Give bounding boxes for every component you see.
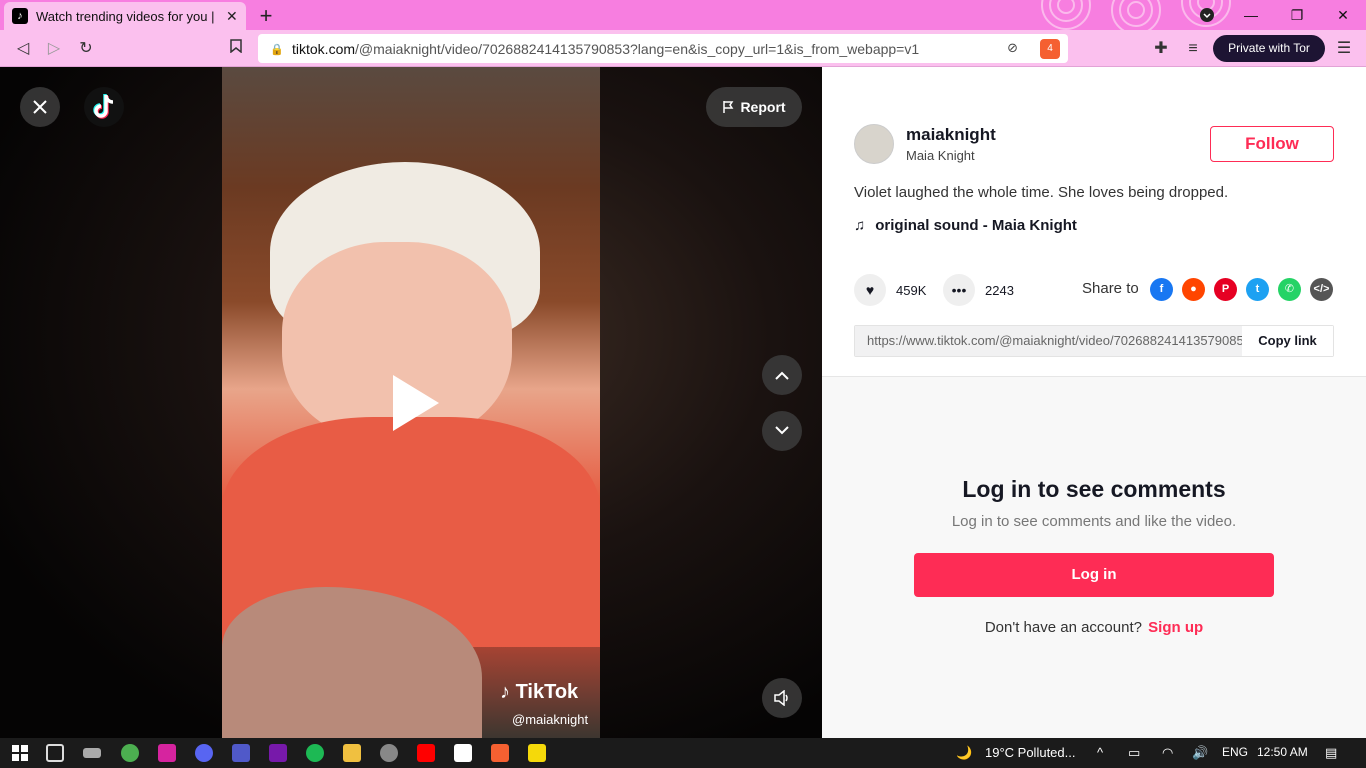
windows-taskbar: 🌙 19°C Polluted... ^ ▭ ◠ 🔊 ENG 12:50 AM … xyxy=(0,738,1366,768)
volume-button[interactable] xyxy=(762,678,802,718)
next-video-button[interactable] xyxy=(762,411,802,451)
teams-icon[interactable] xyxy=(232,744,250,762)
whatsapp-icon[interactable]: ✆ xyxy=(1278,278,1301,301)
camera-blocked-icon[interactable]: ⊘ xyxy=(1007,40,1018,56)
brave-icon[interactable] xyxy=(491,744,509,762)
chrome-icon[interactable] xyxy=(121,744,139,762)
youtube-icon[interactable] xyxy=(417,744,435,762)
music-note-icon: ♫ xyxy=(854,217,866,234)
comment-count: 2243 xyxy=(985,282,1014,298)
browser-titlebar: ♪ Watch trending videos for you | T ✕ + … xyxy=(0,0,1366,30)
close-tab-icon[interactable]: ✕ xyxy=(226,8,238,25)
volume-icon[interactable]: 🔊 xyxy=(1192,745,1208,761)
notifications-icon[interactable]: ▤ xyxy=(1325,745,1337,761)
heart-icon[interactable]: ♥ xyxy=(854,274,886,306)
reddit-icon[interactable]: ● xyxy=(1182,278,1205,301)
watermark-handle: @maiaknight xyxy=(512,712,589,727)
follow-button[interactable]: Follow xyxy=(1210,126,1334,162)
browser-tab[interactable]: ♪ Watch trending videos for you | T ✕ xyxy=(4,2,246,30)
forward-button[interactable]: ▷ xyxy=(43,38,65,60)
weather-icon[interactable]: 🌙 xyxy=(956,745,972,761)
speaker-icon xyxy=(774,690,788,706)
comment-stat[interactable]: ••• 2243 xyxy=(943,274,1014,306)
windows-start-icon[interactable] xyxy=(11,744,29,762)
tab-search-button[interactable] xyxy=(1184,0,1230,30)
flag-icon xyxy=(723,101,734,113)
author-username[interactable]: maiaknight xyxy=(906,125,996,145)
tiktok-watermark: ♪ TikTok xyxy=(500,681,579,703)
wifi-icon[interactable]: ◠ xyxy=(1162,745,1173,761)
tab-title: Watch trending videos for you | T xyxy=(36,8,218,24)
task-view-icon[interactable] xyxy=(46,744,64,762)
clock[interactable]: 12:50 AM xyxy=(1257,745,1308,759)
url-text: tiktok.com/@maiaknight/video/70268824141… xyxy=(292,40,920,57)
chevron-up-icon xyxy=(775,371,789,380)
spotify-icon[interactable] xyxy=(306,744,324,762)
bookmark-icon[interactable] xyxy=(225,38,247,60)
media-queue-icon[interactable]: ≡ xyxy=(1182,38,1204,60)
signup-prompt: Don't have an account? Sign up xyxy=(822,619,1366,636)
video-info-panel: maiaknight Maia Knight Follow Violet lau… xyxy=(822,67,1366,738)
file-explorer-icon[interactable] xyxy=(343,744,361,762)
facebook-icon[interactable]: f xyxy=(1150,278,1173,301)
no-account-text: Don't have an account? xyxy=(984,619,1142,636)
discord-icon[interactable] xyxy=(195,744,213,762)
twitter-icon[interactable]: t xyxy=(1246,278,1269,301)
share-label: Share to xyxy=(1082,280,1139,297)
brave-shield-icon[interactable]: 4 xyxy=(1040,39,1060,59)
video-description: Violet laughed the whole time. She loves… xyxy=(854,184,1229,201)
menu-icon[interactable]: ☰ xyxy=(1333,38,1355,60)
instagram-icon[interactable] xyxy=(158,744,176,762)
reload-button[interactable]: ↻ xyxy=(75,38,97,60)
like-stat[interactable]: ♥ 459K xyxy=(854,274,926,306)
new-tab-button[interactable]: + xyxy=(254,3,278,29)
app-icon-generic[interactable] xyxy=(83,748,101,758)
onenote-icon[interactable] xyxy=(269,744,287,762)
tiktok-icon xyxy=(93,94,114,119)
obs-icon[interactable] xyxy=(380,744,398,762)
address-bar[interactable]: 🔒 tiktok.com/@maiaknight/video/702688241… xyxy=(258,34,1068,63)
notion-icon[interactable] xyxy=(454,744,472,762)
report-button[interactable]: Report xyxy=(706,87,802,127)
login-prompt-title: Log in to see comments xyxy=(962,476,1226,502)
login-button[interactable]: Log in xyxy=(914,553,1274,597)
previous-video-button[interactable] xyxy=(762,355,802,395)
copy-link-button[interactable]: Copy link xyxy=(1242,326,1333,356)
chevron-down-circle-icon xyxy=(1200,8,1214,22)
embed-icon[interactable]: </> xyxy=(1310,278,1333,301)
play-icon[interactable] xyxy=(393,375,439,431)
close-video-button[interactable] xyxy=(20,87,60,127)
bookmark-shape xyxy=(230,39,242,54)
restore-button[interactable]: ❐ xyxy=(1274,0,1320,30)
lock-icon: 🔒 xyxy=(270,43,284,56)
sticky-notes-icon[interactable] xyxy=(528,744,546,762)
extensions-icon[interactable]: ✚ xyxy=(1150,38,1172,60)
sound-title: original sound - Maia Knight xyxy=(875,217,1077,234)
copy-link-box: https://www.tiktok.com/@maiaknight/video… xyxy=(854,325,1334,357)
video-stage: ♪ TikTok @maiaknight Report xyxy=(0,67,822,738)
share-link-field[interactable]: https://www.tiktok.com/@maiaknight/video… xyxy=(855,326,1242,356)
comment-icon[interactable]: ••• xyxy=(943,274,975,306)
back-button[interactable]: ◁ xyxy=(12,38,34,60)
author-nickname[interactable]: Maia Knight xyxy=(906,148,975,163)
private-tor-button[interactable]: Private with Tor xyxy=(1213,35,1325,62)
like-count: 459K xyxy=(896,282,927,298)
pinterest-icon[interactable]: P xyxy=(1214,278,1237,301)
tray-chevron-icon[interactable]: ^ xyxy=(1097,745,1103,760)
author-avatar[interactable] xyxy=(854,124,894,164)
browser-toolbar: ◁ ▷ ↻ 🔒 tiktok.com/@maiaknight/video/702… xyxy=(0,30,1366,67)
language-indicator[interactable]: ENG xyxy=(1222,745,1248,759)
chevron-down-icon xyxy=(775,426,789,435)
battery-icon[interactable]: ▭ xyxy=(1128,745,1140,761)
close-window-button[interactable]: ✕ xyxy=(1320,0,1366,30)
sound-link[interactable]: ♫ original sound - Maia Knight xyxy=(854,217,1077,234)
weather-text[interactable]: 19°C Polluted... xyxy=(985,745,1075,760)
close-icon xyxy=(33,100,47,114)
signup-link[interactable]: Sign up xyxy=(1148,619,1203,636)
tiktok-icon: ♪ xyxy=(12,8,28,24)
minimize-button[interactable]: — xyxy=(1228,0,1274,30)
tiktok-logo[interactable] xyxy=(84,87,124,127)
login-prompt-subtitle: Log in to see comments and like the vide… xyxy=(951,513,1237,530)
